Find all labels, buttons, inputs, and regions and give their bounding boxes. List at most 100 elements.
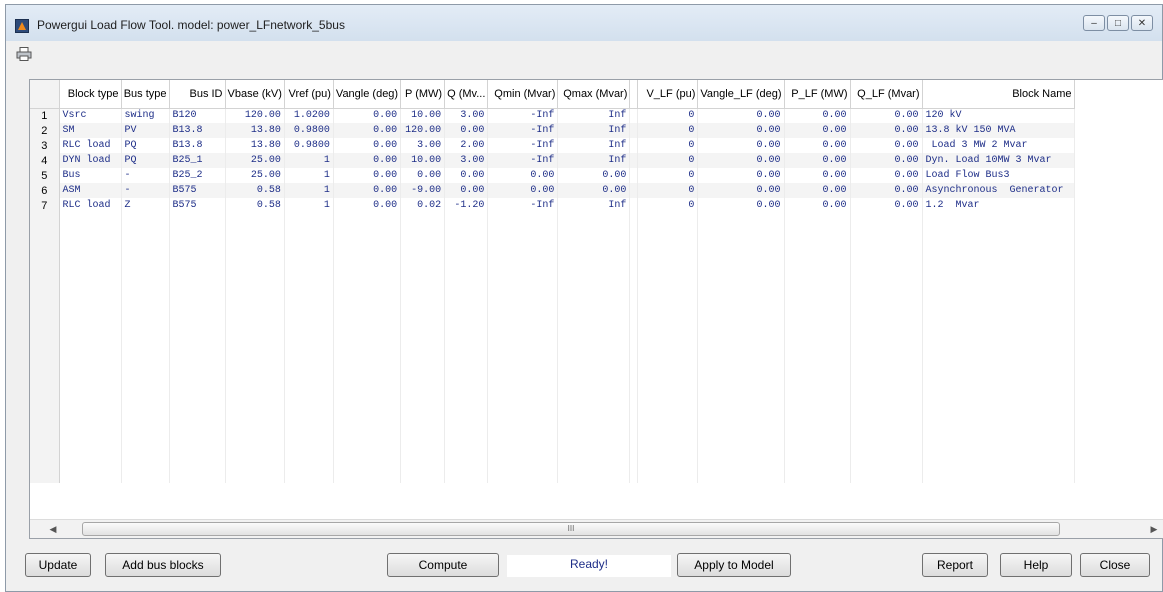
table-cell[interactable]: PQ xyxy=(121,153,170,168)
table-cell[interactable]: 0.9800 xyxy=(284,138,334,153)
table-cell[interactable]: 0.00 xyxy=(333,123,402,138)
table-row[interactable]: 5 Bus - B25_2 25.00 1 0.00 0.00 0.00 0.00 0.00 0 0.0… xyxy=(30,168,1075,183)
compute-button[interactable]: Compute xyxy=(387,553,499,577)
table-cell[interactable] xyxy=(629,153,639,168)
table-cell[interactable]: Z xyxy=(121,198,170,213)
table-cell[interactable]: 0.00 xyxy=(400,168,446,183)
table-cell[interactable] xyxy=(629,183,639,198)
column-header-block-name[interactable]: Block Name xyxy=(922,80,1075,109)
table-row[interactable]: 7 RLC load Z B575 0.58 1 0.00 0.02 -1.20 -Inf Inf 0… xyxy=(30,198,1075,213)
column-header-q[interactable]: Q (Mv... xyxy=(444,80,489,109)
add-bus-blocks-button[interactable]: Add bus blocks xyxy=(105,553,221,577)
column-header-qmin[interactable]: Qmin (Mvar) xyxy=(487,80,559,109)
table-cell[interactable]: 0.00 xyxy=(444,123,489,138)
table-row[interactable]: 1 Vsrc swing B120 120.00 1.0200 0.00 10.00 3.00-… xyxy=(30,108,1075,123)
table-cell[interactable] xyxy=(629,198,639,213)
table-cell[interactable]: PQ xyxy=(121,138,170,153)
table-cell[interactable]: 0 xyxy=(637,153,699,168)
table-cell[interactable]: 0.00 xyxy=(333,138,402,153)
table-cell[interactable]: 0.00 xyxy=(444,183,489,198)
table-cell[interactable]: 0.00 xyxy=(850,168,923,183)
table-cell[interactable]: 0 xyxy=(637,138,699,153)
table-cell[interactable]: 0.00 xyxy=(333,153,402,168)
minimize-button[interactable]: – xyxy=(1083,15,1105,31)
horizontal-scrollbar[interactable]: ◀ III ▶ xyxy=(30,519,1163,538)
table-cell[interactable]: -Inf xyxy=(487,123,559,138)
table-cell[interactable]: 0.00 xyxy=(697,138,785,153)
table-cell[interactable]: 0.00 xyxy=(697,123,785,138)
table-cell[interactable]: 1 xyxy=(284,168,334,183)
table-cell[interactable]: 1 xyxy=(284,153,334,168)
table-cell[interactable]: 0.00 xyxy=(850,138,923,153)
close-button[interactable]: Close xyxy=(1080,553,1150,577)
table-cell[interactable]: 25.00 xyxy=(225,168,285,183)
table-cell[interactable]: 0.00 xyxy=(697,168,785,183)
close-window-button[interactable]: ✕ xyxy=(1131,15,1153,31)
table-cell[interactable]: B13.8 xyxy=(169,138,226,153)
update-button[interactable]: Update xyxy=(25,553,91,577)
table-cell[interactable] xyxy=(629,138,639,153)
report-button[interactable]: Report xyxy=(922,553,988,577)
table-cell[interactable]: 0.00 xyxy=(557,183,631,198)
table-cell[interactable]: 25.00 xyxy=(225,153,285,168)
column-header-vangle[interactable]: Vangle (deg) xyxy=(333,80,402,109)
table-row[interactable]: 3 RLC load PQ B13.8 13.80 0.9800 0.00 3.00 2.00-… xyxy=(30,138,1075,153)
table-cell[interactable]: 0 xyxy=(637,123,699,138)
table-cell[interactable]: 3.00 xyxy=(400,138,446,153)
table-cell[interactable]: B13.8 xyxy=(169,123,226,138)
table-cell[interactable]: 0.00 xyxy=(557,168,631,183)
table-cell[interactable]: -Inf xyxy=(487,108,559,123)
table-cell[interactable]: 0.00 xyxy=(850,198,923,213)
table-cell[interactable]: 0.00 xyxy=(784,198,851,213)
table-cell[interactable]: Load 3 MW 2 Mvar xyxy=(922,138,1075,153)
column-header-vbase[interactable]: Vbase (kV) xyxy=(225,80,285,109)
table-cell[interactable]: 0.00 xyxy=(850,153,923,168)
table-cell[interactable]: 13.80 xyxy=(225,138,285,153)
table-cell[interactable]: 1.0200 xyxy=(284,108,334,123)
table-cell[interactable]: DYN load xyxy=(59,153,122,168)
table-cell[interactable]: B25_2 xyxy=(169,168,226,183)
table-cell[interactable]: 0.00 xyxy=(697,108,785,123)
table-cell[interactable]: 0 xyxy=(637,183,699,198)
table-cell[interactable]: 0.9800 xyxy=(284,123,334,138)
column-header-bus-id[interactable]: Bus ID xyxy=(169,80,226,109)
table-cell[interactable]: 0.00 xyxy=(697,198,785,213)
print-icon[interactable] xyxy=(16,47,32,61)
table-cell[interactable] xyxy=(629,108,639,123)
table-cell[interactable]: 120 kV xyxy=(922,108,1075,123)
table-cell[interactable]: 120.00 xyxy=(400,123,446,138)
table-cell[interactable]: 0.00 xyxy=(487,168,559,183)
table-cell[interactable]: 0.00 xyxy=(784,168,851,183)
table-cell[interactable]: 0.58 xyxy=(225,198,285,213)
table-cell[interactable]: 13.80 xyxy=(225,123,285,138)
table-cell[interactable]: 13.8 kV 150 MVA xyxy=(922,123,1075,138)
column-header-p-lf[interactable]: P_LF (MW) xyxy=(784,80,851,109)
table-cell[interactable]: 0 xyxy=(637,198,699,213)
table-cell[interactable]: -9.00 xyxy=(400,183,446,198)
table-cell[interactable]: 0.00 xyxy=(784,138,851,153)
table-cell[interactable]: 0 xyxy=(637,108,699,123)
table-cell[interactable]: 0.00 xyxy=(850,183,923,198)
table-cell[interactable]: 2.00 xyxy=(444,138,489,153)
table-row[interactable]: 4 DYN load PQ B25_1 25.00 1 0.00 10.00 3.00 -Inf I… xyxy=(30,153,1075,168)
table-cell[interactable]: 1.2 Mvar xyxy=(922,198,1075,213)
table-cell[interactable]: 0.00 xyxy=(487,183,559,198)
table-cell[interactable]: 0.00 xyxy=(697,183,785,198)
table-cell[interactable]: B25_1 xyxy=(169,153,226,168)
table-cell[interactable]: Inf xyxy=(557,123,631,138)
table-cell[interactable] xyxy=(629,168,639,183)
table-cell[interactable]: - xyxy=(121,183,170,198)
table-cell[interactable]: SM xyxy=(59,123,122,138)
table-cell[interactable]: Inf xyxy=(557,138,631,153)
table-cell[interactable]: RLC load xyxy=(59,198,122,213)
table-cell[interactable]: Inf xyxy=(557,153,631,168)
column-header-bus-type[interactable]: Bus type xyxy=(121,80,170,109)
table-cell[interactable]: 10.00 xyxy=(400,153,446,168)
table-cell[interactable]: 0.00 xyxy=(697,153,785,168)
column-header-block-type[interactable]: Block type xyxy=(59,80,122,109)
table-cell[interactable]: 3.00 xyxy=(444,108,489,123)
table-cell[interactable]: B575 xyxy=(169,183,226,198)
table-cell[interactable]: 0.00 xyxy=(850,108,923,123)
table-cell[interactable]: B120 xyxy=(169,108,226,123)
table-cell[interactable]: Inf xyxy=(557,108,631,123)
